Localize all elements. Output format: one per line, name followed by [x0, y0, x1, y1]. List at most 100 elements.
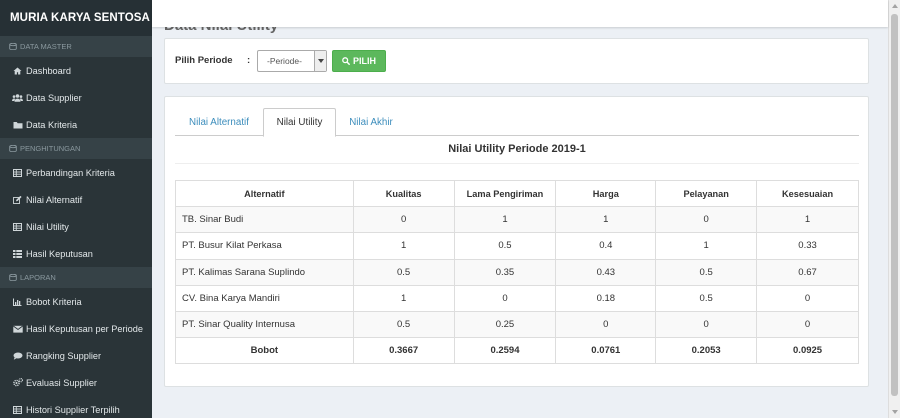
sidebar-item-nilai-utility[interactable]: Nilai Utility: [0, 213, 152, 240]
column-header: Kualitas: [352, 179, 455, 208]
value-cell: 0.5: [352, 258, 455, 286]
sidebar-section-label: DATA MASTER: [20, 42, 72, 51]
bobot-value: 0.0761: [555, 337, 657, 365]
value-cell: 0.5: [453, 232, 557, 260]
table-icon: [12, 168, 23, 178]
value-cell: 1: [655, 232, 758, 260]
database-icon: [8, 274, 17, 281]
sidebar-item-evaluasi-supplier[interactable]: Evaluasi Supplier: [0, 369, 152, 396]
home-icon: [12, 66, 23, 76]
periode-label: Pilih Periode: [175, 55, 233, 66]
sidebar-item-data-supplier[interactable]: Data Supplier: [0, 84, 152, 111]
sidebar-item-histori-supplier-terpilih[interactable]: Histori Supplier Terpilih: [0, 396, 152, 418]
scroll-up-icon[interactable]: [892, 4, 898, 8]
table-icon: [12, 222, 23, 232]
table-header-row: Alternatif Kualitas Lama Pengiriman Harga Pe…: [175, 179, 859, 208]
value-cell: 0: [453, 284, 557, 312]
sidebar-item-hasil-keputusan[interactable]: Hasil Keputusan: [0, 240, 152, 267]
tab-nilai-akhir[interactable]: Nilai Akhir: [336, 108, 406, 136]
table-row: CV. Bina Karya Mandiri 1 0 0.18 0.5 0: [175, 284, 859, 312]
value-cell: 1: [352, 232, 455, 260]
value-cell: 0.67: [756, 258, 859, 286]
sidebar-item-data-kriteria[interactable]: Data Kriteria: [0, 111, 152, 138]
sidebar-item-rangking-supplier[interactable]: Rangking Supplier: [0, 342, 152, 369]
alternatif-cell: PT. Sinar Quality Internusa: [175, 310, 354, 339]
periode-select-value: -Periode-: [267, 56, 302, 66]
sidebar-nav: DATA MASTER Dashboard Data Supplier Data Kr…: [0, 36, 152, 418]
cogs-icon: [12, 378, 23, 388]
divider: [175, 163, 859, 164]
scroll-down-icon[interactable]: [892, 410, 898, 414]
value-cell: 0: [352, 206, 455, 234]
value-cell: 0.4: [555, 232, 657, 260]
sidebar-item-hasil-keputusan-per-periode[interactable]: Hasil Keputusan per Periode: [0, 315, 152, 342]
value-cell: 0.35: [453, 258, 557, 286]
table-icon: [12, 405, 23, 415]
bobot-row: Bobot 0.3667 0.2594 0.0761 0.2053 0.0925: [175, 337, 859, 365]
users-icon: [12, 93, 23, 103]
value-cell: 0.5: [655, 284, 758, 312]
sidebar-item-label: Perbandingan Kriteria: [26, 167, 115, 178]
alternatif-cell: CV. Bina Karya Mandiri: [175, 284, 354, 312]
value-cell: 0: [756, 310, 859, 339]
tab-bar: Nilai Alternatif Nilai Utility Nilai Akh…: [175, 108, 859, 137]
bobot-value: 0.0925: [756, 337, 859, 365]
sidebar-item-nilai-alternatif[interactable]: Nilai Alternatif: [0, 186, 152, 213]
table-title: Nilai Utility Periode 2019-1: [448, 143, 586, 155]
sidebar-item-label: Nilai Utility: [26, 221, 69, 232]
bobot-label: Bobot: [175, 337, 354, 365]
utility-panel: Nilai Alternatif Nilai Utility Nilai Akh…: [164, 96, 869, 387]
envelope-icon: [12, 324, 23, 334]
brand-logo[interactable]: MURIA KARYA SENTOSA: [0, 0, 152, 36]
sidebar-item-label: Hasil Keputusan per Periode: [26, 323, 143, 334]
utility-table: Alternatif Kualitas Lama Pengiriman Harga Pe…: [175, 179, 859, 365]
top-navbar: [152, 0, 888, 27]
scrollbar-thumb[interactable]: [891, 14, 898, 396]
value-cell: 0.25: [453, 310, 557, 339]
column-header: Kesesuaian: [756, 179, 859, 208]
bobot-value: 0.3667: [352, 337, 455, 365]
edit-icon: [12, 195, 23, 205]
alternatif-cell: PT. Kalimas Sarana Suplindo: [175, 258, 354, 286]
value-cell: 0.33: [756, 232, 859, 260]
tab-nilai-utility[interactable]: Nilai Utility: [263, 108, 336, 137]
value-cell: 0: [756, 284, 859, 312]
table-row: TB. Sinar Budi 0 1 1 0 1: [175, 206, 859, 234]
sidebar-item-label: Bobot Kriteria: [26, 296, 82, 307]
periode-colon: :: [247, 55, 251, 66]
sidebar-item-label: Data Supplier: [26, 92, 82, 103]
sidebar-section-header: LAPORAN: [0, 267, 152, 288]
column-header: Harga: [555, 179, 657, 208]
search-icon: [342, 57, 350, 65]
sidebar-item-bobot-kriteria[interactable]: Bobot Kriteria: [0, 288, 152, 315]
sidebar-section-header: PENGHITUNGAN: [0, 138, 152, 159]
sidebar-section-label: LAPORAN: [20, 273, 56, 282]
bar-chart-icon: [12, 297, 23, 307]
periode-select[interactable]: -Periode-: [257, 50, 327, 72]
value-cell: 0: [655, 310, 758, 339]
sidebar: MURIA KARYA SENTOSA DATA MASTER Dashboard…: [0, 0, 152, 418]
sidebar-item-dashboard[interactable]: Dashboard: [0, 57, 152, 84]
pilih-button[interactable]: PILIH: [332, 50, 386, 72]
value-cell: 0.18: [555, 284, 657, 312]
table-row: PT. Busur Kilat Perkasa 1 0.5 0.4 1 0.33: [175, 232, 859, 260]
column-header: Pelayanan: [655, 179, 758, 208]
value-cell: 0.5: [655, 258, 758, 286]
chevron-down-icon[interactable]: [314, 51, 326, 71]
sidebar-section-label: PENGHITUNGAN: [20, 144, 81, 153]
sidebar-item-label: Hasil Keputusan: [26, 248, 93, 259]
sidebar-item-label: Dashboard: [26, 65, 71, 76]
value-cell: 1: [352, 284, 455, 312]
bobot-value: 0.2594: [453, 337, 557, 365]
bobot-value: 0.2053: [655, 337, 758, 365]
sidebar-section-header: DATA MASTER: [0, 36, 152, 57]
value-cell: 0.43: [555, 258, 657, 286]
alternatif-cell: TB. Sinar Budi: [175, 206, 354, 234]
tab-nilai-alternatif[interactable]: Nilai Alternatif: [175, 108, 263, 136]
folder-icon: [12, 120, 23, 130]
scrollbar[interactable]: [888, 0, 900, 418]
value-cell: 0: [655, 206, 758, 234]
column-header: Alternatif: [175, 179, 354, 208]
sidebar-item-perbandingan-kriteria[interactable]: Perbandingan Kriteria: [0, 159, 152, 186]
sidebar-item-label: Rangking Supplier: [26, 350, 102, 361]
